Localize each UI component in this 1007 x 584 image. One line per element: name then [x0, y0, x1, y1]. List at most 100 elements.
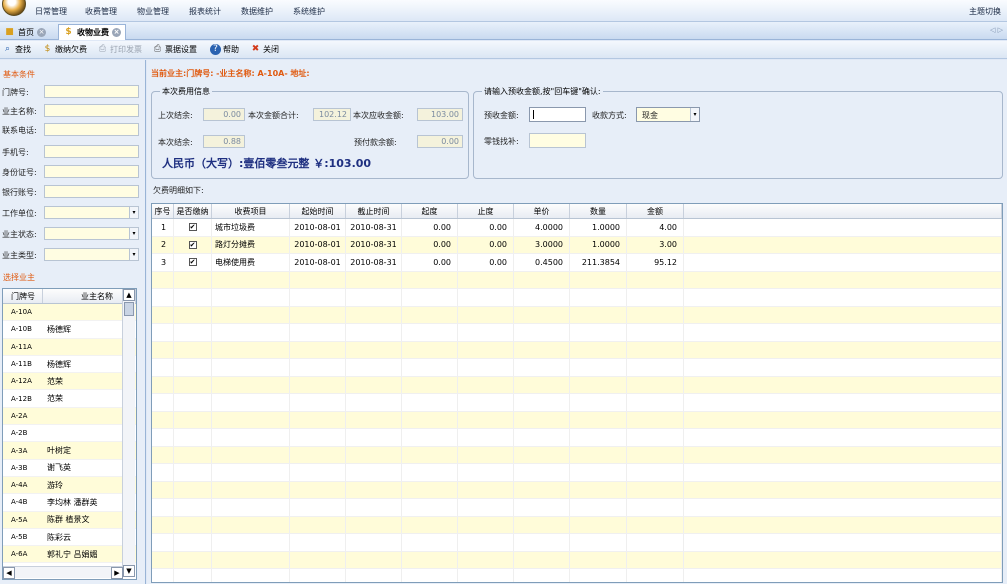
arrears-price-cell: 4.0000 [514, 219, 570, 236]
col-price[interactable]: 单价 [514, 204, 570, 218]
menu-reports[interactable]: 报表统计 [189, 6, 221, 17]
phone-input[interactable] [44, 123, 139, 136]
empty-cell [514, 516, 570, 533]
empty-cell [212, 306, 290, 323]
owner-grid-vscroll[interactable]: ▲ ▼ [122, 289, 135, 577]
col-to[interactable]: 止度 [458, 204, 514, 218]
menu-charge[interactable]: 收费管理 [85, 6, 117, 17]
col-no[interactable]: 序号 [152, 204, 174, 218]
owner-row[interactable]: A-10B 杨德辉 [3, 321, 136, 339]
id-no-input[interactable] [44, 165, 139, 178]
owner-type-select[interactable]: ▾ [44, 248, 139, 261]
paid-checkbox[interactable]: ✔ [188, 258, 197, 267]
paid-checkbox[interactable]: ✔ [188, 223, 197, 232]
empty-cell [570, 376, 627, 393]
last-balance-label: 上次结余: [158, 111, 193, 120]
empty-cell [458, 429, 514, 446]
menu-daily[interactable]: 日常管理 [35, 6, 67, 17]
empty-cell [346, 499, 402, 516]
find-label: 查找 [15, 45, 31, 54]
arrears-end-cell: 2010-08-31 [346, 219, 402, 236]
empty-cell [346, 534, 402, 551]
empty-cell [346, 289, 402, 306]
col-from[interactable]: 起度 [402, 204, 458, 218]
col-start[interactable]: 起始时间 [290, 204, 346, 218]
prepay-input[interactable] [529, 107, 586, 122]
empty-cell [627, 271, 684, 288]
chevron-down-icon[interactable]: ▾ [129, 207, 138, 218]
scroll-down-icon[interactable]: ▼ [123, 565, 135, 577]
row-filler [684, 289, 1002, 306]
owner-row[interactable]: A-12B 范荣 [3, 390, 136, 408]
menu-data[interactable]: 数据维护 [241, 6, 273, 17]
owner-grid-hscroll[interactable]: ◀ ▶ [3, 566, 123, 579]
paid-checkbox-cell[interactable]: ✔ [174, 236, 212, 253]
paid-checkbox[interactable]: ✔ [188, 240, 197, 249]
scroll-right-icon[interactable]: ▶ [111, 567, 123, 579]
close-button[interactable]: ✖ 关闭 [250, 44, 279, 55]
col-end[interactable]: 截止时间 [346, 204, 402, 218]
work-unit-select[interactable]: ▾ [44, 206, 139, 219]
close-icon[interactable]: × [112, 28, 121, 37]
door-no-input[interactable] [44, 85, 139, 98]
arrears-row[interactable]: 1 ✔ 城市垃圾费 2010-08-01 2010-08-31 0.00 0.00 4.000… [152, 219, 1002, 237]
app-logo[interactable] [2, 0, 26, 16]
owner-row[interactable]: A-4A 游玲 [3, 476, 136, 495]
col-door[interactable]: 门牌号 [3, 289, 43, 303]
owner-row[interactable]: A-3B 谢飞英 [3, 460, 136, 477]
help-button[interactable]: ? 帮助 [210, 44, 239, 55]
chevron-down-icon[interactable]: ▾ [690, 108, 699, 121]
owner-row[interactable]: A-5B 陈彩云 [3, 529, 136, 547]
owner-door-cell: A-2B [11, 429, 28, 438]
owner-row[interactable]: A-12A 范荣 [3, 373, 136, 391]
tab-nav-arrows[interactable]: ◁ ▷ [990, 26, 1003, 34]
owner-row[interactable]: A-2B [3, 425, 136, 443]
empty-cell [346, 271, 402, 288]
arrears-row[interactable]: 3 ✔ 电梯使用费 2010-08-01 2010-08-31 0.00 0.00 0.450… [152, 254, 1002, 272]
owner-row[interactable]: A-2A [3, 407, 136, 426]
owner-row[interactable]: A-11B 杨德辉 [3, 356, 136, 374]
paid-checkbox-cell[interactable]: ✔ [174, 254, 212, 271]
arrears-row-empty [152, 376, 1002, 394]
owner-status-select[interactable]: ▾ [44, 227, 139, 240]
empty-cell [627, 394, 684, 411]
menu-property[interactable]: 物业管理 [137, 6, 169, 17]
arrears-end-cell: 2010-08-31 [346, 236, 402, 253]
empty-cell [152, 359, 174, 376]
paid-checkbox-cell[interactable]: ✔ [174, 219, 212, 236]
scroll-thumb[interactable] [124, 302, 134, 316]
mobile-input[interactable] [44, 145, 139, 158]
pay-arrears-button[interactable]: $ 缴纳欠费 [42, 44, 87, 55]
print-invoice-button[interactable]: ⎙ 打印发票 [97, 44, 142, 55]
arrears-amount-cell: 3.00 [627, 236, 684, 253]
tab-charge[interactable]: $ 收物业费 × [58, 24, 126, 40]
receipt-settings-button[interactable]: ⎙ 票据设置 [152, 44, 197, 55]
col-qty[interactable]: 数量 [570, 204, 627, 218]
owner-row[interactable]: A-11A [3, 338, 136, 356]
arrears-to-cell: 0.00 [458, 236, 514, 253]
arrears-row[interactable]: 2 ✔ 路灯分摊费 2010-08-01 2010-08-31 0.00 0.00 3.000… [152, 236, 1002, 254]
menu-system[interactable]: 系统维护 [293, 6, 325, 17]
row-filler [684, 236, 1002, 253]
empty-cell [290, 394, 346, 411]
scroll-up-icon[interactable]: ▲ [123, 289, 135, 301]
theme-switch[interactable]: 主题切换 [969, 6, 1001, 17]
method-select[interactable]: 现金 ▾ [636, 107, 700, 122]
col-item[interactable]: 收费项目 [212, 204, 290, 218]
chevron-down-icon[interactable]: ▾ [129, 228, 138, 239]
owner-row[interactable]: A-4B 李均林 潘群英 [3, 494, 136, 512]
tab-home[interactable]: ■ 首页 × [0, 24, 50, 40]
owner-row[interactable]: A-5A 陈群 植景文 [3, 511, 136, 529]
scroll-left-icon[interactable]: ◀ [3, 567, 15, 579]
close-icon[interactable]: × [37, 27, 46, 37]
find-button[interactable]: ⌕ 查找 [2, 44, 31, 55]
owner-row[interactable]: A-10A [3, 304, 136, 322]
bank-account-input[interactable] [44, 185, 139, 198]
col-amount[interactable]: 金额 [627, 204, 684, 218]
owner-name-input[interactable] [44, 104, 139, 117]
empty-cell [514, 464, 570, 481]
owner-row[interactable]: A-6A 郭礼宁 吕娟媚 [3, 546, 136, 564]
owner-row[interactable]: A-3A 叶树定 [3, 442, 136, 460]
chevron-down-icon[interactable]: ▾ [129, 249, 138, 260]
col-paid[interactable]: 是否缴纳 [174, 204, 212, 218]
